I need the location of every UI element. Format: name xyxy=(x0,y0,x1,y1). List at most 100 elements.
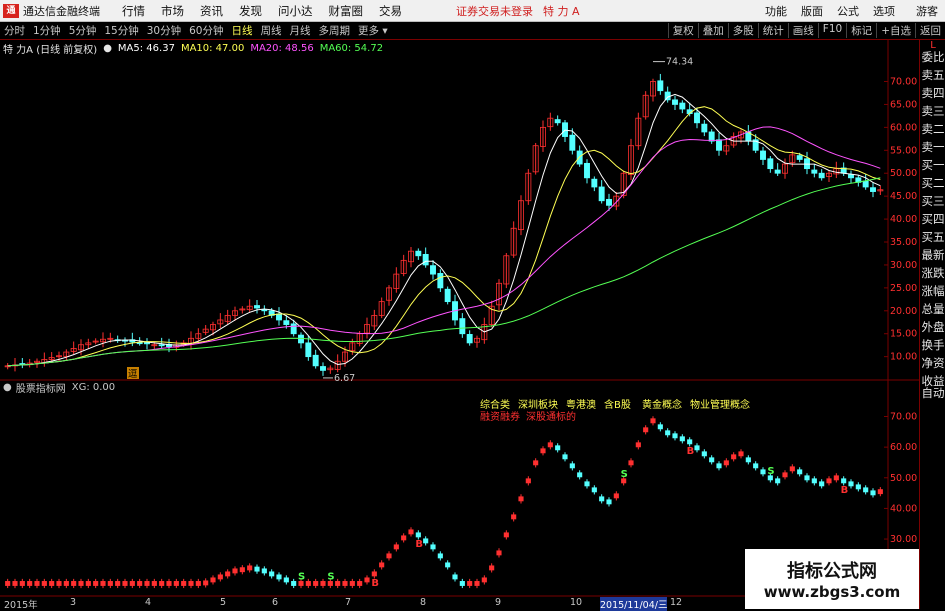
ma10-label: MA10: 47.00 xyxy=(180,42,245,54)
sub-candle-body xyxy=(283,577,289,583)
sub-candle-body xyxy=(562,454,568,460)
tool-statistics[interactable]: 统计 xyxy=(757,23,788,38)
sub-candle-body xyxy=(782,472,788,478)
menu-news[interactable]: 资讯 xyxy=(200,3,223,19)
tool-multi-stock[interactable]: 多股 xyxy=(727,23,758,38)
field-ask3[interactable]: 卖三 xyxy=(920,102,945,120)
sub-candle-body xyxy=(261,568,267,574)
period-multi[interactable]: 多周期 xyxy=(319,23,351,38)
kline-chart[interactable]: 70.00 65.00 60.00 55.00 50.00 45.00 40.00 35.00… xyxy=(0,40,919,597)
price-axis-label: 40.00 xyxy=(890,214,917,225)
field-bid2[interactable]: 买二 xyxy=(920,174,945,192)
period-weekly[interactable]: 周线 xyxy=(261,23,282,38)
menu-layout[interactable]: 版面 xyxy=(801,3,823,19)
candle-body xyxy=(694,112,700,124)
period-more[interactable]: 更多 ▾ xyxy=(358,23,388,38)
candle-body xyxy=(415,250,422,257)
tool-adjust[interactable]: 复权 xyxy=(667,23,698,38)
sub-candle-body xyxy=(181,581,187,586)
ma-settings-icon[interactable]: ● xyxy=(103,43,112,54)
period-30min[interactable]: 30分钟 xyxy=(147,23,181,38)
concept-tag: 粤港澳 xyxy=(566,398,596,411)
tool-f10[interactable]: F10 xyxy=(817,23,846,38)
sub-candle-body xyxy=(188,581,194,586)
sub-candle-body xyxy=(555,445,561,451)
sub-axis-label: 70.00 xyxy=(890,412,917,423)
menu-wealth-circle[interactable]: 财富圈 xyxy=(329,3,364,19)
candle-body xyxy=(796,155,803,160)
menu-discover[interactable]: 发现 xyxy=(239,3,262,19)
tool-overlay[interactable]: 叠加 xyxy=(697,23,728,38)
guest-user[interactable]: 游客 xyxy=(916,3,938,19)
indicator-header: ● 股票指标网 XG: 0.00 xyxy=(0,380,115,395)
sub-candle-body xyxy=(467,581,473,586)
menu-ask-assistant[interactable]: 问小达 xyxy=(278,3,313,19)
app-title: 通达信金融终端 xyxy=(23,4,100,18)
sub-candle-body xyxy=(41,581,47,586)
field-total-volume[interactable]: 总量 xyxy=(920,300,945,318)
period-1min[interactable]: 1分钟 xyxy=(33,23,61,38)
sub-candle-body xyxy=(518,496,524,502)
sub-candle-body xyxy=(210,577,216,583)
sub-candle-body xyxy=(49,581,55,586)
tool-mark[interactable]: 标记 xyxy=(846,23,876,38)
sub-candle-body xyxy=(408,529,414,535)
field-ask5[interactable]: 卖五 xyxy=(920,66,945,84)
sub-candle-body xyxy=(203,580,209,586)
price-axis-label: 30.00 xyxy=(890,260,917,271)
ma60-label: MA60: 54.72 xyxy=(319,42,384,54)
field-bid5[interactable]: 买五 xyxy=(920,228,945,246)
sub-candle-body xyxy=(56,581,62,586)
sub-candle-body xyxy=(386,553,392,559)
sub-candle-body xyxy=(239,567,245,573)
menu-market[interactable]: 市场 xyxy=(161,3,184,19)
sell-signal: S xyxy=(327,571,334,582)
indicator-settings-icon[interactable]: ● xyxy=(3,382,12,393)
field-bid4[interactable]: 买四 xyxy=(920,210,945,228)
field-ask4[interactable]: 卖四 xyxy=(920,84,945,102)
field-bid1[interactable]: 买一 xyxy=(920,156,945,174)
menu-trade[interactable]: 交易 xyxy=(379,3,402,19)
concept-tag: 深圳板块 xyxy=(518,398,558,411)
field-bid-ask-ratio[interactable]: 委比 xyxy=(920,48,945,66)
login-status[interactable]: 证券交易未登录 xyxy=(456,3,533,19)
sub-candle-body xyxy=(841,478,847,484)
sub-candle-body xyxy=(195,581,201,586)
sub-axis-label: 60.00 xyxy=(890,442,917,453)
field-ask2[interactable]: 卖二 xyxy=(920,120,945,138)
ma20-label: MA20: 48.56 xyxy=(250,42,314,54)
field-net-assets[interactable]: 净资 xyxy=(920,354,945,372)
auto-button[interactable]: 自动 xyxy=(920,385,945,401)
period-daily[interactable]: 日线 xyxy=(232,23,253,38)
sub-candle-body xyxy=(643,427,649,433)
field-outer-volume[interactable]: 外盘 xyxy=(920,318,945,336)
field-last-price[interactable]: 最新 xyxy=(920,246,945,264)
field-ask1[interactable]: 卖一 xyxy=(920,138,945,156)
period-15min[interactable]: 15分钟 xyxy=(104,23,138,38)
ma5-label: MA5: 46.37 xyxy=(117,42,175,54)
price-axis-label: 55.00 xyxy=(890,145,917,156)
sub-candle-body xyxy=(335,581,341,586)
tool-draw-line[interactable]: 画线 xyxy=(787,23,818,38)
field-turnover[interactable]: 换手 xyxy=(920,336,945,354)
stock-title: 特 力 A xyxy=(543,4,580,18)
sub-candle-body xyxy=(701,451,707,457)
period-5min[interactable]: 5分钟 xyxy=(69,23,97,38)
field-change-pct[interactable]: 涨幅 xyxy=(920,282,945,300)
period-60min[interactable]: 60分钟 xyxy=(189,23,223,38)
candle-body xyxy=(760,150,766,160)
menu-market-quotes[interactable]: 行情 xyxy=(122,3,145,19)
marker-badge-label: 逗 xyxy=(128,369,138,380)
field-change[interactable]: 涨跌 xyxy=(920,264,945,282)
period-monthly[interactable]: 月线 xyxy=(290,23,311,38)
menu-options[interactable]: 选项 xyxy=(873,3,895,19)
sub-candle-body xyxy=(217,574,223,580)
sub-candle-body xyxy=(775,478,781,484)
candle-body xyxy=(862,180,869,188)
period-timeshare[interactable]: 分时 xyxy=(4,23,25,38)
field-bid3[interactable]: 买三 xyxy=(920,192,945,210)
tool-add-favorite[interactable]: +自选 xyxy=(876,23,915,38)
menu-function[interactable]: 功能 xyxy=(765,3,787,19)
menu-formula[interactable]: 公式 xyxy=(837,3,859,19)
tool-back[interactable]: 返回 xyxy=(915,23,945,38)
